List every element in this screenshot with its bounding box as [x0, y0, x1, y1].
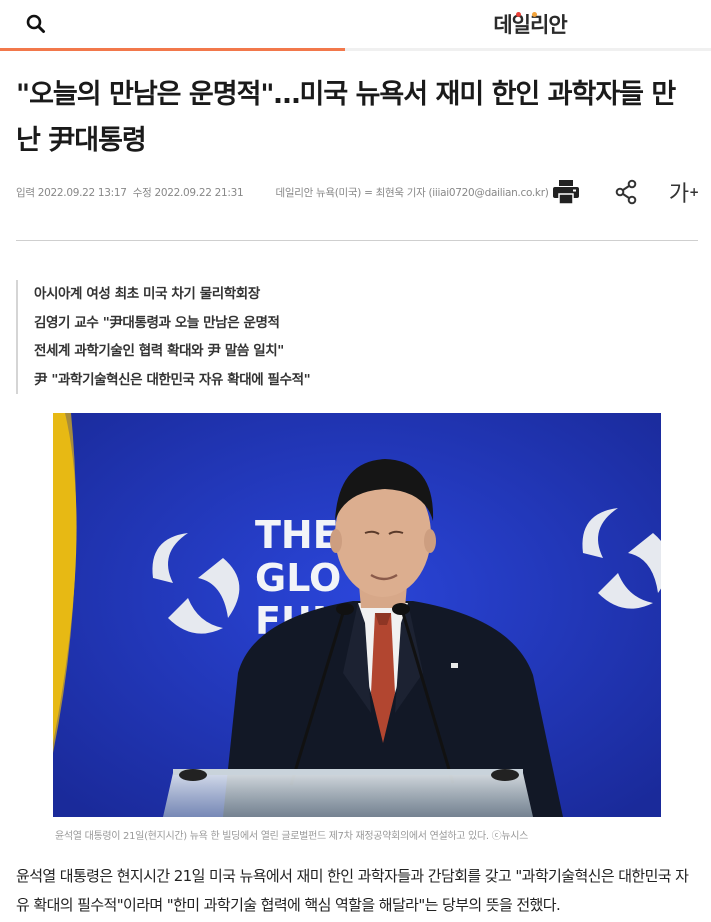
font-size-label: 가: [668, 182, 690, 207]
search-icon: [26, 14, 45, 33]
photo-illustration: THE GLO FUND: [53, 413, 661, 817]
font-size-plus-icon: +: [689, 185, 700, 199]
article-meta: 입력 2022.09.22 13:17 수정 2022.09.22 21:31 …: [16, 185, 552, 200]
logo-dot: [516, 12, 521, 17]
article-headline: "오늘의 만남은 운명적"…미국 뉴욕서 재미 한인 과학자들 만난 尹대통령: [16, 79, 676, 156]
summary-item: 아시아계 여성 최초 미국 차기 물리학회장: [34, 286, 260, 302]
font-size-button[interactable]: 가 +: [666, 174, 702, 210]
reading-progress-fill: [0, 48, 345, 51]
top-bar: 데일리안: [0, 0, 711, 50]
byline: 데일리안 뉴욕(미국) = 최현욱 기자 (iiiai0720@dailian.…: [275, 187, 549, 199]
article-body-paragraph: 윤석열 대통령은 현지시간 21일 미국 뉴욕에서 재미 한인 과학자들과 간담…: [16, 867, 689, 914]
modified-date: 수정 2022.09.22 21:31: [132, 187, 244, 199]
article-tools: 가 +: [548, 174, 708, 210]
meta-divider: [16, 240, 698, 241]
print-icon: [553, 180, 579, 205]
search-button[interactable]: [24, 12, 48, 36]
summary-item: 尹 "과학기술혁신은 대한민국 자유 확대에 필수적": [34, 371, 311, 388]
summary-item: 전세계 과학기술인 협력 확대와 尹 말씀 일치": [34, 343, 284, 359]
site-logo[interactable]: 데일리안: [460, 9, 600, 41]
published-date: 입력 2022.09.22 13:17: [16, 187, 127, 199]
backdrop-text: THE: [255, 513, 339, 557]
print-button[interactable]: [548, 174, 584, 210]
article-summary: 아시아계 여성 최초 미국 차기 물리학회장 김영기 교수 "尹대통령과 오늘 …: [16, 280, 311, 394]
article-photo[interactable]: THE GLO FUND: [53, 413, 661, 817]
photo-caption: 윤석열 대통령이 21일(현지시간) 뉴욕 한 빌딩에서 열린 글로벌펀드 제7…: [55, 831, 529, 842]
share-button[interactable]: [608, 174, 644, 210]
backdrop-text: GLO: [255, 556, 341, 600]
logo-text: 데일리안: [493, 13, 567, 37]
reading-progress-bar: [0, 48, 711, 51]
summary-item: 김영기 교수 "尹대통령과 오늘 만남은 운명적: [34, 314, 280, 331]
logo-dot: [532, 12, 537, 17]
share-icon: [615, 179, 637, 205]
